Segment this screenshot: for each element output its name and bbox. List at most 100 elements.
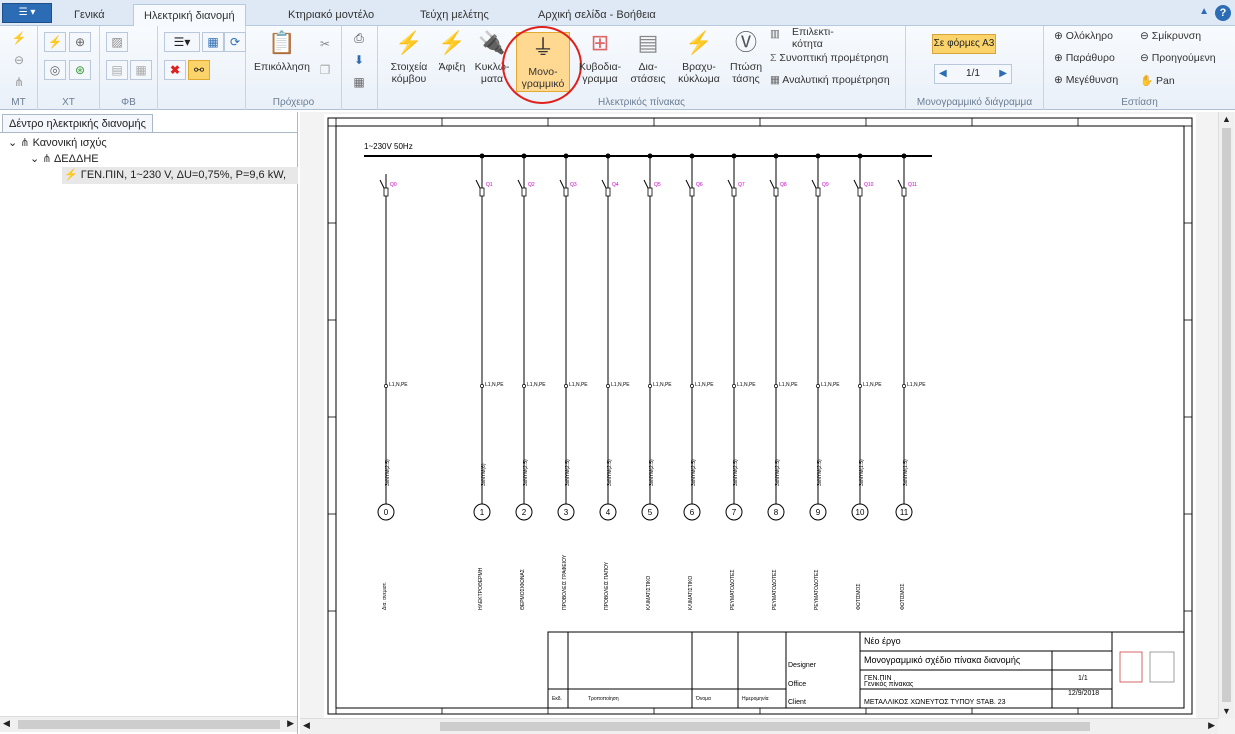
collapse-ribbon-icon[interactable]: ▲ [1199, 6, 1209, 17]
cable-label: 3xNYM(2.5) [607, 459, 613, 486]
cable-label: 3xNYM(2.5) [385, 459, 391, 486]
short-circuit-icon: ⚡ [685, 30, 713, 55]
motor-icon[interactable]: ⊛ [69, 60, 91, 80]
meter-icon[interactable]: ⊕ [69, 32, 91, 52]
tab-study-documents[interactable]: Τεύχη μελέτης [410, 4, 499, 26]
summary-measure-button[interactable]: Σ Συνοπτική προμέτρηση [770, 52, 888, 64]
tree-node-deddie[interactable]: ⌄ ⋔ ΔΕΔΔΗΕ [30, 152, 99, 167]
short-circuit-button[interactable]: ⚡ Βραχυ-κύκλωμα [674, 28, 724, 85]
collapse-icon[interactable]: ⌄ [30, 153, 39, 165]
delete-icon[interactable]: ✖ [164, 60, 186, 80]
calculator-icon[interactable]: ▦ [202, 32, 224, 52]
lightning-icon[interactable]: ⚡ [44, 32, 66, 52]
dimensions-button[interactable]: ▤ Δια-στάσεις [626, 28, 670, 85]
next-page-icon[interactable]: ▶ [999, 65, 1007, 83]
feeder-circuit: Q6 L1,N,PE 3xNYM(2.5) 6 ΚΛΙΜΑΤΙΣΤΙΚΟ [683, 153, 714, 610]
tree-node-label: ΓΕΝ.ΠΙΝ, 1~230 V, ΔU=0,75%, P=9,6 kW, [80, 169, 287, 181]
analytic-measure-button[interactable]: ▦ Αναλυτική προμέτρηση [770, 74, 890, 86]
distribution-tree-panel: Δέντρο ηλεκτρικής διανομής ⌄ ⋔ Κανονική … [0, 112, 298, 734]
tab-electrical-distribution[interactable]: Ηλεκτρική διανομή [133, 4, 246, 26]
scroll-left-icon[interactable]: ◀ [3, 718, 10, 729]
whole-button[interactable]: ⊕ Ολόκληρο [1054, 30, 1113, 42]
load-label: ΡΕΥΜΑΤΟΔΟΤΕΣ [772, 570, 778, 611]
cable-label: 3xNYM(2.5) [817, 459, 823, 486]
ribbon-tab-bar: ☰ ▾ Γενικά Ηλεκτρική διανομή Κτηριακό μο… [0, 0, 1235, 26]
arrival-button[interactable]: ⚡ Άφιξη [434, 28, 470, 73]
paste-button[interactable]: 📋 Επικόλληση [252, 28, 312, 73]
drawing-sheet: 1~230V 50Hz Q0 L1,N,PE 3xNYM(2.5) 0 Δια. ανε… [324, 114, 1196, 718]
generator-icon[interactable]: ◎ [44, 60, 66, 80]
voltage-drop-label: Πτώση τάσης [729, 61, 763, 85]
breaker-label: Q5 [654, 182, 661, 188]
tree-panel-tab[interactable]: Δέντρο ηλεκτρικής διανομής [2, 114, 153, 132]
scrollbar-thumb[interactable] [440, 722, 1090, 731]
pan-button[interactable]: ✋ Pan [1140, 74, 1175, 87]
drawing-canvas[interactable]: 1~230V 50Hz Q0 L1,N,PE 3xNYM(2.5) 0 Δια. ανε… [300, 112, 1235, 734]
export-icon[interactable]: ⬇ [348, 50, 370, 70]
print-icon[interactable]: ⎙ [348, 28, 370, 48]
tree-horizontal-scrollbar[interactable]: ◀ ▶ [0, 716, 297, 732]
canvas-vertical-scrollbar[interactable]: ▲ ▼ [1218, 112, 1234, 718]
refresh-icon[interactable]: ⟳ [224, 32, 246, 52]
canvas-horizontal-scrollbar[interactable]: ◀ ▶ [300, 718, 1218, 734]
copy-icon[interactable]: ❐ [314, 60, 336, 80]
a3-format-button[interactable]: Σε φόρμες Α3 [932, 34, 996, 54]
pv-panel-icon[interactable]: ▨ [106, 32, 128, 52]
page-indicator: 1/1 [966, 68, 980, 79]
previous-view-button[interactable]: ⊖ Προηγούμενη [1140, 52, 1216, 64]
scroll-up-icon[interactable]: ▲ [1222, 114, 1231, 124]
bus-label: L1,N,PE [863, 382, 882, 388]
tab-general[interactable]: Γενικά [64, 4, 115, 26]
rev-col-date: Ημερομηνία [742, 696, 769, 702]
scroll-right-icon[interactable]: ▶ [287, 718, 294, 729]
table-icon[interactable]: ▦ [348, 72, 370, 92]
scroll-left-icon[interactable]: ◀ [303, 720, 310, 731]
lightning-icon: ⚡ [64, 169, 78, 181]
selectivity-button[interactable]: ▥ Επιλεκτι-κότητα [770, 26, 840, 50]
voltage-drop-button[interactable]: Ⓥ Πτώση τάσης [726, 28, 766, 85]
tab-home-help[interactable]: Αρχική σελίδα - Βοήθεια [528, 4, 666, 26]
feeder-circuit: Q4 L1,N,PE 3xNYM(2.5) 4 ΠΡΟΒΟΛΕΙΣ ΠΑΠΟΥ [599, 153, 630, 610]
app-menu-button[interactable]: ☰ ▾ [2, 3, 52, 23]
designer-name: Designer [788, 662, 817, 669]
zoom-in-button[interactable]: ⊕ Μεγέθυνση [1054, 74, 1118, 86]
window-button[interactable]: ⊕ Παράθυρο [1054, 52, 1115, 64]
collapse-icon[interactable]: ⌄ [8, 137, 17, 149]
feeder-circuit: Q9 L1,N,PE 3xNYM(2.5) 9 ΡΕΥΜΑΤΟΔΟΤΕΣ [809, 153, 840, 610]
scroll-down-icon[interactable]: ▼ [1222, 706, 1231, 716]
cable-diagram-button[interactable]: ⊞ Κυβοδια-γραμμα [576, 28, 624, 85]
tree-node-main-panel[interactable]: ⚡ ΓΕΝ.ΠΙΝ, 1~230 V, ΔU=0,75%, P=9,6 kW, [62, 167, 298, 184]
tab-building-model[interactable]: Κτηριακό μοντέλο [278, 4, 384, 26]
lightning-icon[interactable]: ⚡ [8, 28, 30, 48]
analytic-measure-label: Αναλυτική προμέτρηση [782, 74, 890, 86]
scroll-right-icon[interactable]: ▶ [1208, 720, 1215, 731]
feeder-number: 8 [774, 508, 779, 517]
load-label: ΘΕΡΜΟΣΙΦΩΝΑΣ [520, 569, 526, 610]
cable-label: 3xNYM(6) [481, 463, 487, 486]
pv-array-icon[interactable]: ▦ [130, 60, 152, 80]
selectivity-icon: ▥ [770, 28, 780, 40]
list-dropdown-icon[interactable]: ☰▾ [164, 32, 200, 52]
paste-label: Επικόλληση [253, 61, 310, 73]
breaker-label: Q0 [390, 182, 397, 188]
group-label-fb: ΦΒ [121, 97, 136, 108]
hand-icon: ✋ [1140, 75, 1156, 87]
node-elements-button[interactable]: ⚡ Στοιχεία κόμβου [386, 28, 432, 85]
transformer-icon[interactable]: ⊖ [8, 50, 30, 70]
cut-icon[interactable]: ✂ [314, 34, 336, 54]
zoom-in-icon: ⊕ [1054, 74, 1066, 86]
scrollbar-thumb[interactable] [1222, 128, 1231, 702]
cable-diagram-icon: ⊞ [590, 30, 610, 55]
feeder-number: 4 [606, 508, 611, 517]
tree-node-normal-power[interactable]: ⌄ ⋔ Κανονική ισχύς [8, 136, 107, 151]
help-icon[interactable]: ? [1215, 5, 1231, 21]
previous-page-icon[interactable]: ◀ [939, 65, 947, 83]
plug-icon[interactable]: ⚯ [188, 60, 210, 80]
page-navigator[interactable]: ◀ 1/1 ▶ [934, 64, 1012, 84]
scrollbar-thumb[interactable] [18, 720, 280, 729]
load-label: ΦΩΤΙΣΜΟΣ [900, 584, 906, 610]
inverter-icon[interactable]: ▤ [106, 60, 128, 80]
zoom-out-button[interactable]: ⊖ Σμίκρυνση [1140, 30, 1201, 42]
rev-col-edition: Εκδ. [552, 696, 562, 702]
pylon-icon[interactable]: ⋔ [8, 72, 30, 92]
